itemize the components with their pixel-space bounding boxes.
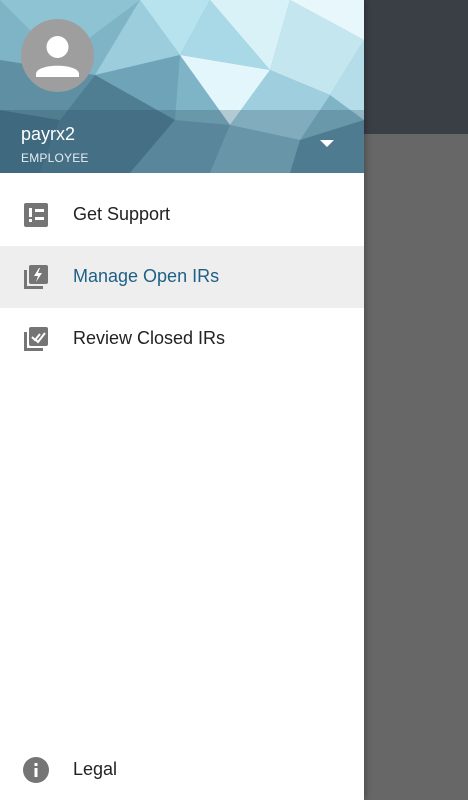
avatar[interactable]: [21, 19, 94, 92]
closed-irs-icon: [24, 327, 48, 351]
menu-item-get-support[interactable]: Get Support: [0, 184, 364, 246]
person-icon: [36, 36, 79, 77]
legal-label: Legal: [73, 759, 118, 779]
menu-item-review-closed-irs[interactable]: Review Closed IRs: [0, 308, 364, 370]
account-role: EMPLOYEE: [21, 151, 89, 165]
menu-item-label: Review Closed IRs: [73, 328, 226, 348]
support-list-icon: [24, 203, 48, 227]
open-irs-icon: [24, 265, 48, 289]
info-icon: [23, 757, 49, 783]
drawer-header: payrx2 EMPLOYEE: [0, 0, 364, 173]
arrow-drop-down-icon: [320, 140, 334, 147]
account-dropdown-toggle[interactable]: [316, 134, 338, 152]
navigation-drawer: payrx2 EMPLOYEE Get Support Manage Open …: [0, 0, 364, 800]
drawer-menu: Get Support Manage Open IRs Review Close…: [0, 184, 364, 370]
app-toolbar-behind-scrim: [364, 0, 468, 134]
menu-item-label: Manage Open IRs: [73, 266, 220, 286]
menu-item-manage-open-irs[interactable]: Manage Open IRs: [0, 246, 364, 308]
account-username: payrx2: [21, 124, 76, 144]
menu-item-label: Get Support: [73, 204, 171, 224]
menu-item-legal[interactable]: Legal: [0, 738, 364, 800]
scrim-overlay[interactable]: [364, 134, 468, 800]
